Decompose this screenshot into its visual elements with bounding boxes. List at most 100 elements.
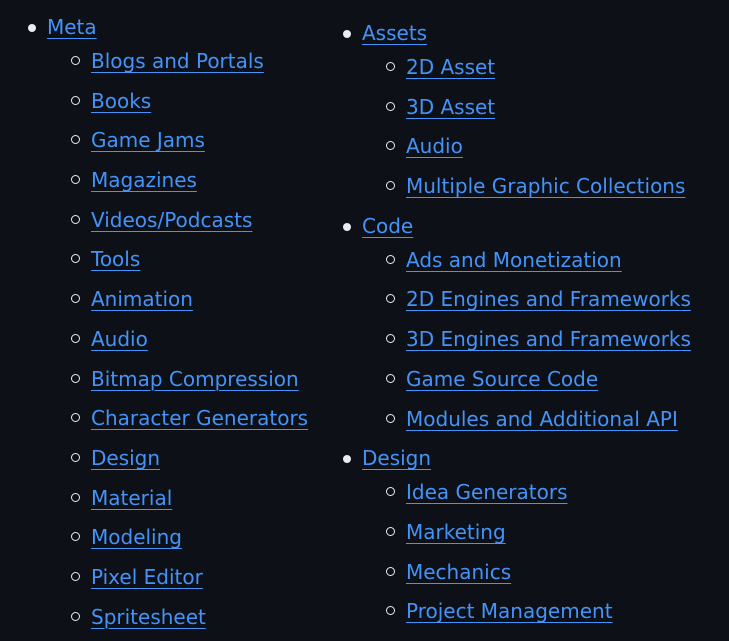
- filled-disc-icon: [343, 455, 351, 464]
- list-item: Modules and Additional API: [362, 405, 691, 433]
- left-column-list: Meta Blogs and Portals Books Game Jams Magaz…: [28, 13, 308, 631]
- list-item: Character Generators: [47, 404, 308, 432]
- hollow-circle-icon: [71, 333, 80, 343]
- list-item: Project Management: [362, 597, 691, 625]
- list-item: Pixel Editor: [47, 563, 308, 591]
- hollow-circle-icon: [71, 532, 80, 542]
- hollow-circle-icon: [386, 334, 395, 344]
- subcategory-link-2d-asset[interactable]: 2D Asset: [406, 53, 495, 81]
- hollow-circle-icon: [71, 452, 80, 462]
- list-item: Videos/Podcasts: [47, 206, 308, 234]
- hollow-circle-icon: [386, 62, 395, 71]
- hollow-circle-icon: [386, 413, 395, 423]
- subcategory-link-3d-engines-and-frameworks[interactable]: 3D Engines and Frameworks: [406, 325, 691, 353]
- subcategory-link-ads-and-monetization[interactable]: Ads and Monetization: [406, 246, 622, 274]
- subcategory-link-modules-and-additional-api[interactable]: Modules and Additional API: [406, 405, 678, 433]
- list-item: 2D Asset: [362, 53, 691, 81]
- hollow-circle-icon: [71, 294, 80, 304]
- subcategory-link-blogs-and-portals[interactable]: Blogs and Portals: [91, 47, 264, 75]
- list-item: Multiple Graphic Collections: [362, 172, 691, 200]
- list-item: Blogs and Portals: [47, 47, 308, 75]
- category-assets: Assets 2D Asset 3D Asset Audio Multiple Grap…: [343, 19, 691, 200]
- list-item: Tools: [47, 245, 308, 273]
- list-item: Bitmap Compression: [47, 365, 308, 393]
- subcategory-list: Idea Generators Marketing Mechanics Project…: [362, 478, 691, 625]
- subcategory-link-project-management[interactable]: Project Management: [406, 597, 613, 625]
- subcategory-link-material[interactable]: Material: [91, 484, 172, 512]
- subcategory-list: Ads and Monetization 2D Engines and Frame…: [362, 246, 691, 433]
- hollow-circle-icon: [386, 566, 395, 576]
- subcategory-link-modeling[interactable]: Modeling: [91, 523, 182, 551]
- list-item: Mechanics: [362, 558, 691, 586]
- hollow-circle-icon: [386, 294, 395, 304]
- list-item: Game Source Code: [362, 365, 691, 393]
- list-item: Marketing: [362, 518, 691, 546]
- filled-disc-icon: [343, 222, 351, 231]
- hollow-circle-icon: [386, 101, 395, 111]
- list-item: Design: [47, 444, 308, 472]
- hollow-circle-icon: [386, 373, 395, 383]
- subcategory-list: 2D Asset 3D Asset Audio Multiple Graphic Co…: [362, 53, 691, 200]
- subcategory-link-magazines[interactable]: Magazines: [91, 166, 197, 194]
- list-item: Audio: [47, 325, 308, 353]
- subcategory-link-books[interactable]: Books: [91, 87, 151, 115]
- subcategory-link-pixel-editor[interactable]: Pixel Editor: [91, 563, 203, 591]
- hollow-circle-icon: [71, 254, 80, 264]
- subcategory-link-videos-podcasts[interactable]: Videos/Podcasts: [91, 206, 252, 234]
- right-column-list: Assets 2D Asset 3D Asset Audio Multiple Grap…: [343, 19, 691, 625]
- subcategory-link-character-generators[interactable]: Character Generators: [91, 404, 308, 432]
- category-link-code[interactable]: Code: [362, 212, 413, 240]
- subcategory-link-tools[interactable]: Tools: [91, 245, 140, 273]
- subcategory-link-marketing[interactable]: Marketing: [406, 518, 506, 546]
- list-item: Ads and Monetization: [362, 246, 691, 274]
- list-item: Animation: [47, 285, 308, 313]
- subcategory-link-audio[interactable]: Audio: [91, 325, 148, 353]
- list-item: Game Jams: [47, 126, 308, 154]
- hollow-circle-icon: [71, 373, 80, 383]
- category-meta: Meta Blogs and Portals Books Game Jams Magaz…: [28, 13, 308, 631]
- category-link-assets[interactable]: Assets: [362, 19, 427, 47]
- hollow-circle-icon: [71, 56, 80, 65]
- hollow-circle-icon: [386, 254, 395, 264]
- filled-disc-icon: [343, 30, 351, 38]
- subcategory-list: Blogs and Portals Books Game Jams Magazines…: [47, 47, 308, 631]
- category-link-meta[interactable]: Meta: [47, 13, 97, 41]
- subcategory-link-design[interactable]: Design: [91, 444, 160, 472]
- subcategory-link-mechanics[interactable]: Mechanics: [406, 558, 511, 586]
- list-item: 3D Engines and Frameworks: [362, 325, 691, 353]
- subcategory-link-animation[interactable]: Animation: [91, 285, 193, 313]
- subcategory-link-game-source-code[interactable]: Game Source Code: [406, 365, 598, 393]
- subcategory-link-idea-generators[interactable]: Idea Generators: [406, 478, 568, 506]
- list-item: Material: [47, 484, 308, 512]
- hollow-circle-icon: [71, 492, 80, 502]
- list-item: 2D Engines and Frameworks: [362, 285, 691, 313]
- hollow-circle-icon: [386, 526, 395, 536]
- subcategory-link-game-jams[interactable]: Game Jams: [91, 126, 205, 154]
- category-design: Design Idea Generators Marketing Mechanics P…: [343, 444, 691, 625]
- hollow-circle-icon: [386, 181, 395, 191]
- subcategory-link-bitmap-compression[interactable]: Bitmap Compression: [91, 365, 299, 393]
- hollow-circle-icon: [386, 487, 395, 497]
- category-link-design[interactable]: Design: [362, 444, 431, 472]
- list-item: Magazines: [47, 166, 308, 194]
- list-item: Audio: [362, 132, 691, 160]
- list-item: Idea Generators: [362, 478, 691, 506]
- hollow-circle-icon: [71, 413, 80, 423]
- hollow-circle-icon: [71, 611, 80, 621]
- hollow-circle-icon: [71, 135, 80, 145]
- list-item: 3D Asset: [362, 93, 691, 121]
- subcategory-link-spritesheet[interactable]: Spritesheet: [91, 603, 206, 631]
- subcategory-link-2d-engines-and-frameworks[interactable]: 2D Engines and Frameworks: [406, 285, 691, 313]
- subcategory-link-multiple-graphic-collections[interactable]: Multiple Graphic Collections: [406, 172, 685, 200]
- category-code: Code Ads and Monetization 2D Engines and F…: [343, 212, 691, 433]
- hollow-circle-icon: [386, 141, 395, 151]
- subcategory-link-audio[interactable]: Audio: [406, 132, 463, 160]
- hollow-circle-icon: [386, 606, 395, 616]
- subcategory-link-3d-asset[interactable]: 3D Asset: [406, 93, 495, 121]
- filled-disc-icon: [28, 24, 36, 32]
- list-item: Spritesheet: [47, 603, 308, 631]
- hollow-circle-icon: [71, 95, 80, 105]
- hollow-circle-icon: [71, 175, 80, 185]
- hollow-circle-icon: [71, 571, 80, 581]
- list-item: Modeling: [47, 523, 308, 551]
